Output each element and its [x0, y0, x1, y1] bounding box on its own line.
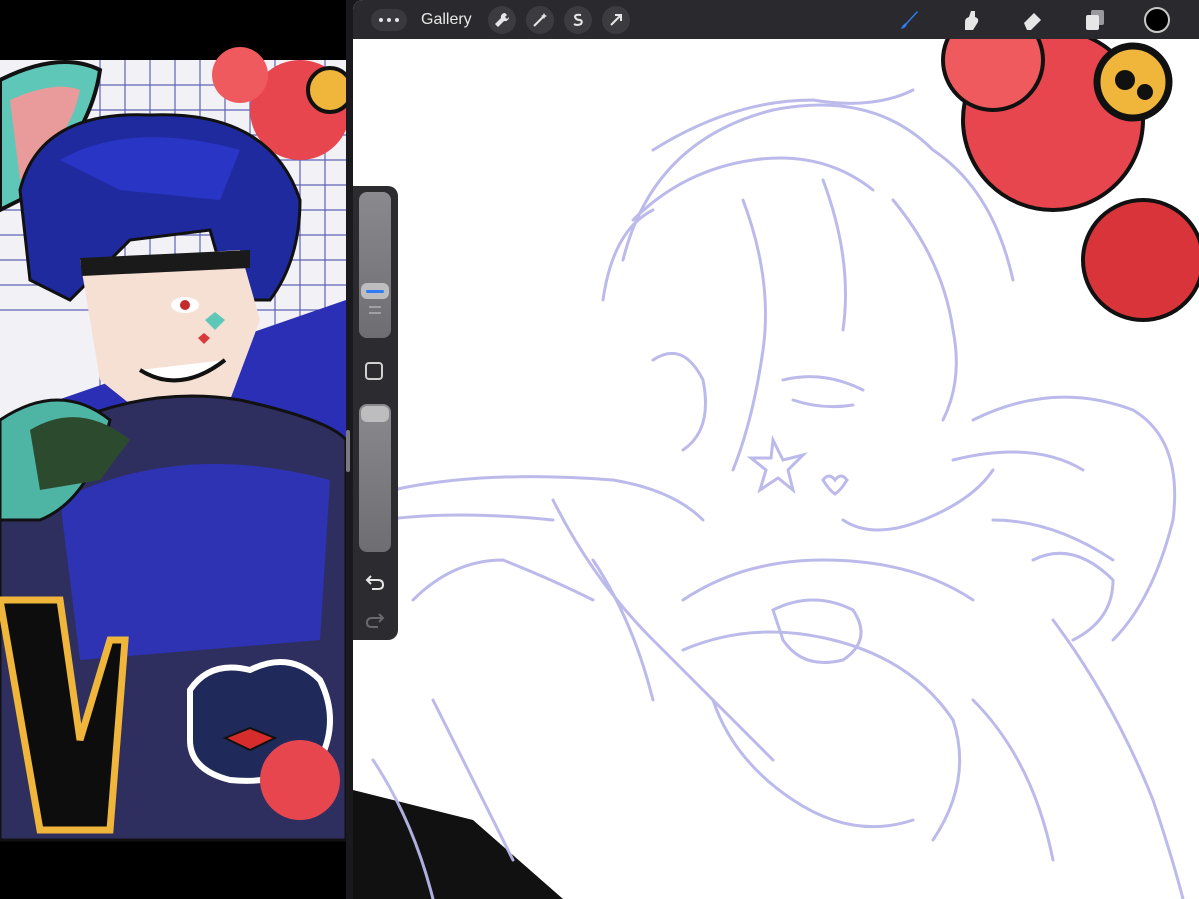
drawing-canvas[interactable]: [353, 0, 1199, 899]
smudge-icon[interactable]: [957, 6, 985, 34]
layers-icon[interactable]: [1081, 6, 1109, 34]
modify-button[interactable]: [365, 362, 383, 380]
undo-icon[interactable]: [364, 570, 386, 592]
brush-size-slider[interactable]: [359, 192, 391, 338]
brush-size-knob[interactable]: [361, 283, 389, 299]
sketch-drawing: [353, 8, 1199, 899]
flower-decoration: [941, 8, 1199, 322]
more-icon[interactable]: [371, 8, 407, 31]
redo-icon[interactable]: [364, 608, 386, 630]
opacity-slider[interactable]: [359, 404, 391, 552]
eraser-icon[interactable]: [1019, 6, 1047, 34]
split-view-handle[interactable]: [346, 430, 350, 472]
gallery-button[interactable]: Gallery: [417, 11, 478, 29]
brush-icon[interactable]: [895, 6, 923, 34]
transform-arrow-icon[interactable]: [601, 5, 630, 34]
selection-icon[interactable]: [563, 5, 592, 34]
reference-artwork-pane[interactable]: [0, 0, 346, 899]
wrench-icon[interactable]: [487, 5, 516, 34]
magic-wand-icon[interactable]: [525, 5, 554, 34]
top-toolbar: Gallery: [353, 0, 1199, 39]
reference-artwork: [0, 0, 346, 899]
brush-sidebar: [353, 186, 398, 640]
color-icon[interactable]: [1143, 6, 1171, 34]
opacity-knob[interactable]: [361, 406, 389, 422]
